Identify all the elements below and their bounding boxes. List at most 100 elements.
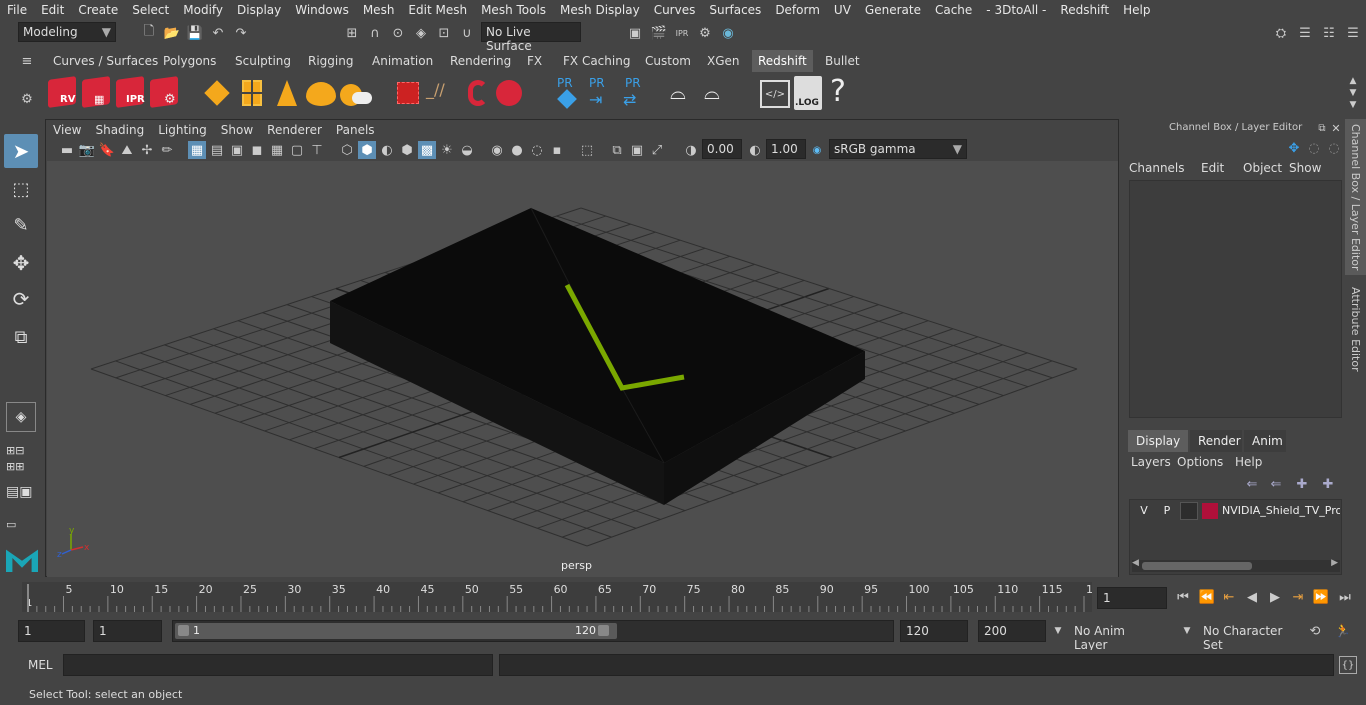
shelf-tab-rendering[interactable]: Rendering	[444, 50, 517, 72]
shelf-tab-animation[interactable]: Animation	[366, 50, 439, 72]
step-forward-key-icon[interactable]: ⏩	[1312, 588, 1330, 606]
scroll-right-icon[interactable]: ▶	[1331, 558, 1338, 568]
shelf-tab-bullet[interactable]: Bullet	[819, 50, 866, 72]
use-all-lights-icon[interactable]: ▩	[418, 141, 436, 159]
render-view-rv-button[interactable]: RV	[46, 76, 78, 110]
scale-tool-icon[interactable]: ⧉	[4, 320, 38, 354]
auto-key-icon[interactable]: ⟲	[1306, 622, 1324, 640]
exposure-icon[interactable]: ◑	[682, 141, 700, 159]
current-frame-field[interactable]: 1	[1097, 587, 1167, 609]
play-backwards-icon[interactable]: ◀	[1243, 588, 1261, 606]
new-layer-selected-icon[interactable]: ✚	[1319, 475, 1337, 493]
pr-proxy-swap-button[interactable]: PR ⇄	[620, 76, 650, 112]
chevron-down-icon[interactable]: ▼	[1178, 622, 1196, 640]
channel-box-sync-icon[interactable]: ◌	[1305, 139, 1323, 157]
chevron-down-icon[interactable]: ▼	[1049, 622, 1067, 640]
paint-select-tool-icon[interactable]: ✎	[4, 208, 38, 242]
ipr-button[interactable]: IPR	[114, 76, 146, 110]
move-layer-down-icon[interactable]: ⇐	[1267, 475, 1285, 493]
xray-joints-icon[interactable]: ⧉	[608, 141, 626, 159]
layer-tab-anim[interactable]: Anim	[1244, 430, 1286, 452]
ipr-render-icon[interactable]: IPR	[673, 24, 691, 42]
open-scene-icon[interactable]: 📂	[163, 24, 181, 42]
channel-box-menu-channels[interactable]: Channels	[1129, 161, 1201, 175]
channel-box-menu-object[interactable]: Object	[1243, 161, 1289, 175]
range-slider[interactable]: 1 120	[172, 620, 894, 642]
safe-title-icon[interactable]: ⊤	[308, 141, 326, 159]
menu-cache[interactable]: Cache	[928, 3, 979, 17]
anti-aliasing-icon[interactable]: ●	[508, 141, 526, 159]
layer-visibility-toggle[interactable]: V	[1134, 502, 1154, 520]
layer-menu-help[interactable]: Help	[1235, 455, 1275, 469]
menu-uv[interactable]: UV	[827, 3, 858, 17]
channel-box-hyper-icon[interactable]: ◌	[1325, 139, 1343, 157]
range-end-grip[interactable]	[598, 625, 609, 636]
animation-end-field[interactable]: 200	[978, 620, 1046, 642]
menu-windows[interactable]: Windows	[288, 3, 356, 17]
material-ball-icon[interactable]	[494, 78, 524, 108]
ambient-occlusion-icon[interactable]: ◒	[458, 141, 476, 159]
shelf-tab-custom[interactable]: Custom	[639, 50, 697, 72]
frame-all-icon[interactable]: ⤢	[648, 141, 666, 159]
step-forward-frame-icon[interactable]: ⇥	[1289, 588, 1307, 606]
portal-light-icon[interactable]	[238, 78, 266, 110]
range-start-grip[interactable]	[178, 625, 189, 636]
shadows-icon[interactable]: ☀	[438, 141, 456, 159]
menu-mesh-display[interactable]: Mesh Display	[553, 3, 647, 17]
move-layer-up-icon[interactable]: ⇐	[1243, 475, 1261, 493]
xray-icon[interactable]: ▪	[548, 141, 566, 159]
motion-blur-icon[interactable]: ◉	[488, 141, 506, 159]
animation-prefs-icon[interactable]: 🏃	[1334, 622, 1352, 640]
menu-3dtoall[interactable]: - 3DtoAll -	[979, 3, 1053, 17]
anim-layer-dropdown[interactable]: No Anim Layer	[1068, 620, 1164, 652]
viewport-menu-shading[interactable]: Shading	[88, 123, 151, 137]
render-view-icon[interactable]: ▣	[626, 24, 644, 42]
persp-outliner-layout-icon[interactable]: ⊞⊞	[6, 460, 36, 474]
animation-start-field[interactable]: 1	[18, 620, 85, 642]
gamma-icon[interactable]: ◐	[746, 141, 764, 159]
new-layer-icon[interactable]: ✚	[1293, 475, 1311, 493]
bookmark-icon[interactable]: 🔖	[98, 141, 116, 159]
exposure-field[interactable]: 0.00	[702, 139, 742, 159]
channel-box-manip-icon[interactable]: ✥	[1285, 139, 1303, 157]
play-forwards-icon[interactable]: ▶	[1266, 588, 1284, 606]
menu-generate[interactable]: Generate	[858, 3, 928, 17]
menu-create[interactable]: Create	[71, 3, 125, 17]
menu-help[interactable]: Help	[1116, 3, 1157, 17]
render-settings-button[interactable]: ⚙	[148, 76, 180, 110]
camera-attributes-icon[interactable]: 📷	[78, 141, 96, 159]
layer-menu-layers[interactable]: Layers	[1131, 455, 1177, 469]
graph-layout-icon[interactable]: ▭	[6, 518, 36, 532]
shader-bowl-alt-icon[interactable]: ⌓	[704, 80, 736, 108]
layer-scrollbar[interactable]: ◀ ▶	[1132, 558, 1340, 572]
shelf-tab-polygons[interactable]: Polygons	[157, 50, 222, 72]
viewport-menu-view[interactable]: View	[46, 123, 88, 137]
layer-playback-toggle[interactable]: P	[1158, 502, 1176, 520]
shelf-tab-fx-caching[interactable]: FX Caching	[557, 50, 636, 72]
menu-redshift[interactable]: Redshift	[1053, 3, 1116, 17]
layer-menu-options[interactable]: Options	[1177, 455, 1235, 469]
rotate-tool-icon[interactable]: ⟳	[4, 282, 38, 316]
layer-tab-render[interactable]: Render	[1190, 430, 1242, 452]
sun-sky-icon[interactable]	[338, 80, 374, 108]
close-icon[interactable]: ✕	[1327, 119, 1345, 137]
viewport-canvas[interactable]: z x y persp	[47, 161, 1118, 577]
smooth-shade-icon[interactable]: ⬢	[358, 141, 376, 159]
menu-mesh-tools[interactable]: Mesh Tools	[474, 3, 553, 17]
resolution-gate-icon[interactable]: ▣	[228, 141, 246, 159]
gate-mask-icon[interactable]: ◼	[248, 141, 266, 159]
shelf-settings-icon[interactable]: ⚙	[18, 90, 36, 108]
step-back-frame-icon[interactable]: ⇤	[1220, 588, 1238, 606]
help-icon[interactable]: ?	[830, 74, 854, 110]
field-chart-icon[interactable]: ▦	[268, 141, 286, 159]
viewport-menu-show[interactable]: Show	[214, 123, 260, 137]
grid-toggle-icon[interactable]: ▦	[188, 141, 206, 159]
hair-icon[interactable]: _//	[426, 80, 460, 108]
menu-deform[interactable]: Deform	[768, 3, 827, 17]
mel-input[interactable]	[63, 654, 493, 676]
hypershade-icon[interactable]: ◉	[719, 24, 737, 42]
dome-light-icon[interactable]	[304, 80, 338, 108]
playback-start-field[interactable]: 1	[93, 620, 162, 642]
snap-surface-icon[interactable]: ◈	[412, 24, 430, 42]
layer-tab-display[interactable]: Display	[1128, 430, 1188, 452]
